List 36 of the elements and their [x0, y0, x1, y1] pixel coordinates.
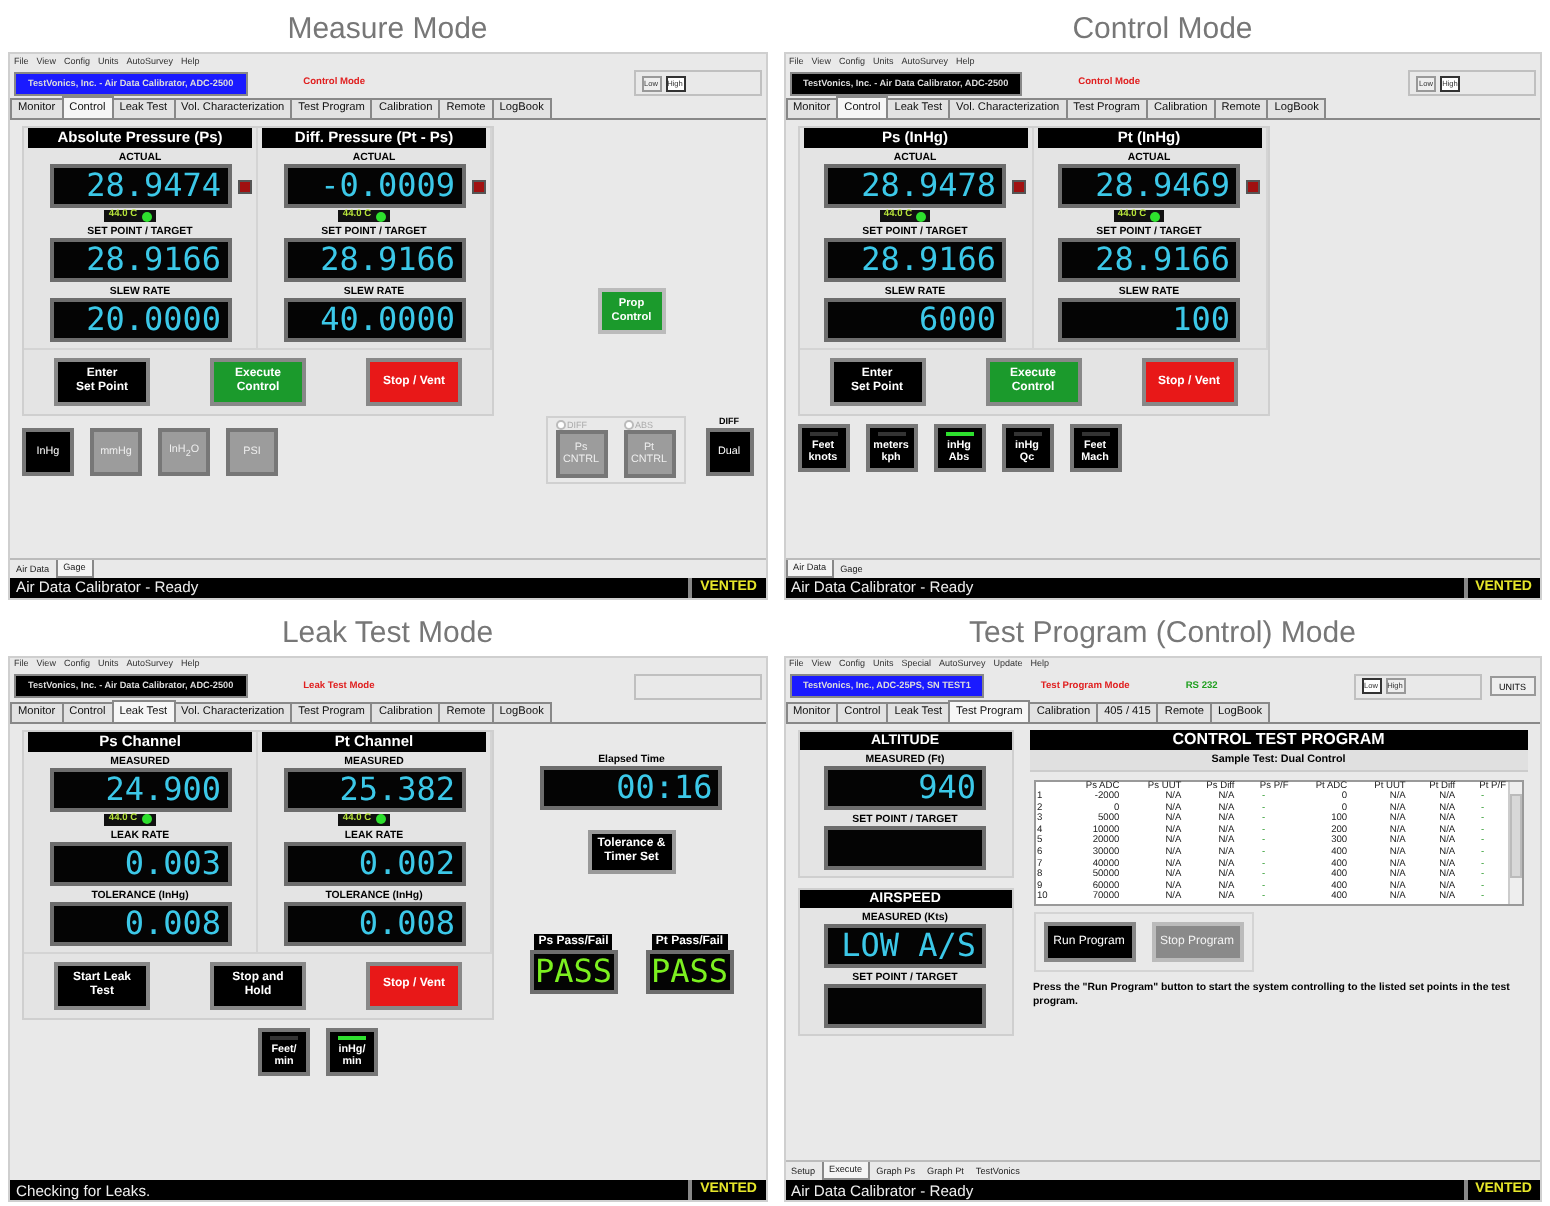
panel-caption: Test Program (Control) Mode: [969, 613, 1356, 653]
program-title: CONTROL TEST PROGRAM: [1029, 729, 1528, 749]
digital-readout: LOW A/S: [824, 923, 986, 967]
status-dot-icon: [141, 211, 152, 221]
digital-readout: 28.9474: [49, 164, 231, 208]
digital-readout: 0.008: [49, 901, 231, 945]
range-selector: [633, 673, 761, 699]
digital-readout: 24.900: [49, 767, 231, 811]
digital-readout: 28.9166: [1058, 238, 1240, 282]
pass-fail-readout: PASS: [529, 949, 618, 993]
digital-readout: 40.0000: [283, 298, 465, 342]
status-dot-icon: [141, 814, 152, 824]
scrollbar[interactable]: [1508, 781, 1522, 905]
digital-readout: 100: [1058, 298, 1240, 342]
digital-readout: 28.9166: [283, 238, 465, 282]
status-dot-icon: [1150, 211, 1161, 221]
digital-readout: 0.003: [49, 841, 231, 885]
digital-readout: 0.002: [283, 841, 465, 885]
digital-readout: 28.9469: [1058, 164, 1240, 208]
digital-readout: -0.0009: [283, 164, 465, 208]
timer-readout: 00:16: [540, 765, 723, 809]
panel-caption: Measure Mode: [287, 10, 488, 50]
panel-caption: Control Mode: [1072, 10, 1253, 50]
status-dot-icon: [916, 211, 927, 221]
status-dot-icon: [375, 211, 386, 221]
panel-caption: Leak Test Mode: [281, 613, 494, 653]
digital-readout: 28.9166: [49, 238, 231, 282]
digital-readout: 0.008: [283, 901, 465, 945]
status-dot-icon: [375, 814, 386, 824]
digital-readout: 28.9478: [824, 164, 1006, 208]
digital-readout: 28.9166: [824, 238, 1006, 282]
digital-readout: 940: [824, 765, 986, 809]
digital-readout: 6000: [824, 298, 1006, 342]
digital-readout: 20.0000: [49, 298, 231, 342]
pass-fail-readout: PASS: [645, 949, 734, 993]
digital-readout: 25.382: [283, 767, 465, 811]
